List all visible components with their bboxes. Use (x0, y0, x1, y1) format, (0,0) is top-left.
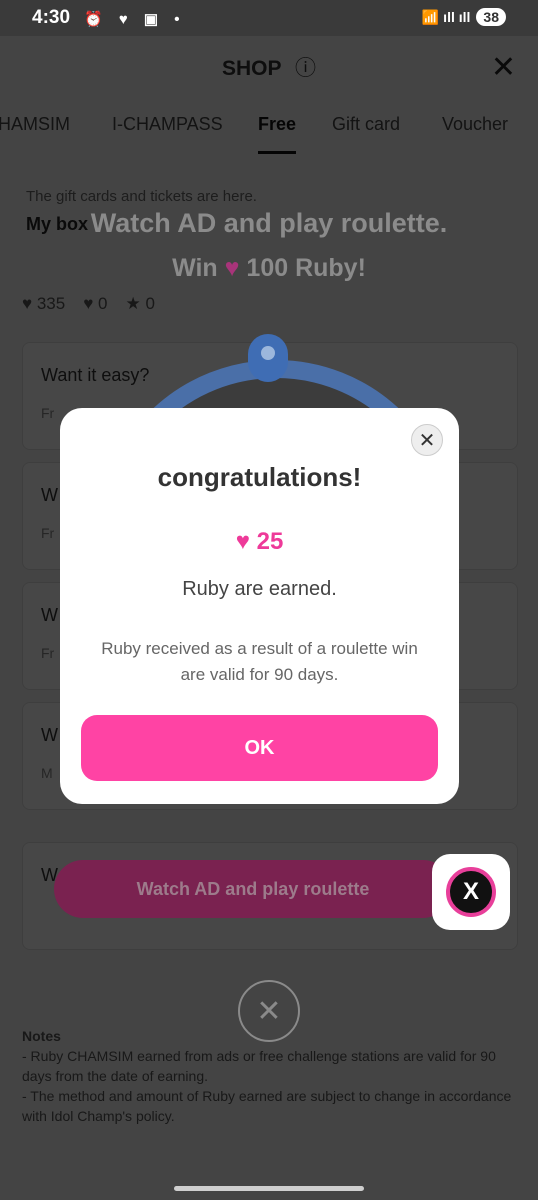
close-shop-icon[interactable]: ✕ (491, 50, 516, 85)
card-sub: Fr (41, 405, 55, 421)
card-title: Want it easy? (41, 365, 150, 385)
star-count: ★ 0 (125, 294, 155, 313)
ruby-count-value: 335 (36, 294, 66, 313)
gesture-nav-bar[interactable] (174, 1186, 364, 1191)
tab-voucher[interactable]: Voucher (442, 114, 508, 135)
ruby-heart-icon: ♥ (235, 528, 250, 555)
modal-title: congratulations! (157, 462, 362, 492)
modal-close-icon[interactable]: ✕ (411, 424, 443, 456)
x-app-fab[interactable]: X (432, 854, 510, 930)
tab-hamsim[interactable]: HAMSIM (0, 114, 70, 135)
dismiss-roulette-icon[interactable]: ✕ (238, 980, 300, 1042)
notice-text: The gift cards and tickets are here. (26, 188, 257, 205)
ok-button[interactable]: OK (81, 715, 438, 781)
earned-text: Ruby are earned. (182, 578, 337, 600)
note-item: - Ruby CHAMSIM earned from ads or free c… (22, 1048, 496, 1084)
info-icon[interactable]: ⓘ (295, 57, 316, 80)
ruby-count: ♥ 335 (22, 294, 66, 313)
roulette-win-line: Win ♥ 100 Ruby! (0, 254, 538, 283)
roulette-pin-icon (248, 334, 288, 382)
battery-indicator: 38 (476, 8, 506, 26)
tab-gift-card[interactable]: Gift card (332, 114, 400, 135)
signal-icon: 📶 ıll ıll (421, 8, 471, 25)
card-sub: M (41, 765, 53, 781)
page-title-text: SHOP (222, 57, 282, 80)
card-sub: Fr (41, 525, 55, 541)
card-title: W (41, 485, 58, 505)
x-logo-icon: X (446, 867, 496, 917)
page-title: SHOP ⓘ (0, 52, 538, 82)
validity-text: Ruby received as a result of a roulette … (101, 639, 418, 684)
blue-count-value: 0 (98, 294, 108, 313)
status-right: 📶 ıll ıll 38 (422, 8, 506, 26)
ruby-amount: ♥ 25 (60, 528, 459, 556)
roulette-heading: Watch AD and play roulette. (90, 208, 448, 238)
status-time: 4:30 (32, 7, 71, 28)
card-title: W (41, 605, 58, 625)
win-prefix: Win (172, 254, 218, 282)
congrats-modal: ✕ congratulations! ♥ 25 Ruby are earned.… (60, 408, 459, 804)
currency-counts: ♥ 335 ♥ 0 ★ 0 (22, 294, 155, 314)
status-bar: 4:30 ⏰ ♥ ▣ • 📶 ıll ıll 38 (0, 0, 538, 36)
blue-count: ♥ 0 (83, 294, 108, 313)
win-suffix: 100 Ruby! (246, 254, 366, 282)
ruby-amount-value: 25 (256, 528, 284, 555)
ruby-heart-icon: ♥ (224, 254, 240, 282)
status-icons: ⏰ ♥ ▣ • (84, 11, 186, 28)
tab-free[interactable]: Free (258, 114, 297, 154)
note-item: - The method and amount of Ruby earned a… (22, 1088, 512, 1124)
star-count-value: 0 (145, 294, 155, 313)
watch-ad-roulette-button[interactable]: Watch AD and play roulette (54, 860, 452, 918)
tab-ichampass[interactable]: I-CHAMPASS (112, 114, 223, 135)
card-sub: Fr (41, 645, 55, 661)
card-title: W (41, 725, 58, 745)
